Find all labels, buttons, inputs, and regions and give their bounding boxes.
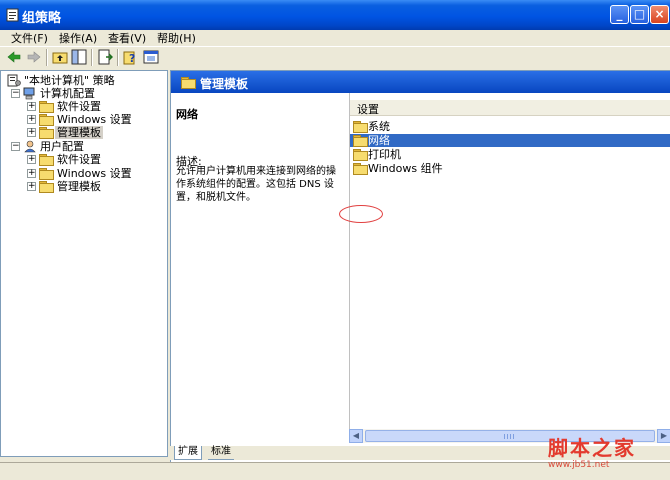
scroll-left-icon[interactable]: ◀ (349, 429, 363, 443)
expand-toggle-icon[interactable]: + (27, 102, 36, 111)
list-item-label: 打印机 (368, 148, 401, 161)
tree-item-computer-config[interactable]: − 计算机配置 (11, 87, 167, 100)
show-hide-tree-icon[interactable] (71, 49, 87, 65)
policy-icon (7, 74, 21, 87)
settings-list: 设置 系统 网络 打印机 Windows 组件 (349, 93, 670, 433)
folder-icon (39, 181, 54, 193)
expand-toggle-icon[interactable]: + (27, 182, 36, 191)
folder-icon (39, 168, 54, 180)
close-button[interactable]: × (650, 5, 669, 24)
back-arrow-icon[interactable] (6, 49, 22, 65)
forward-arrow-icon[interactable] (26, 49, 42, 65)
menu-file[interactable]: 文件(F) (11, 30, 48, 46)
menu-help[interactable]: 帮助(H) (157, 30, 196, 46)
expand-toggle-icon[interactable]: + (27, 128, 36, 137)
tree-item-computer-windows-settings[interactable]: + Windows 设置 (27, 113, 167, 126)
svg-text:?: ? (129, 52, 135, 65)
minimize-button[interactable]: _ (610, 5, 629, 24)
folder-icon (353, 163, 368, 175)
toolbar-separator (117, 49, 119, 66)
tree-item-user-windows-settings[interactable]: + Windows 设置 (27, 167, 167, 180)
tree-label: 管理模板 (57, 180, 101, 193)
watermark-url: www.jb51.net (548, 460, 610, 470)
collapse-toggle-icon[interactable]: − (11, 89, 20, 98)
column-header-label: 设置 (357, 103, 379, 116)
tree-label: 软件设置 (57, 100, 101, 113)
menu-action[interactable]: 操作(A) (59, 30, 97, 46)
description-text: 允许用户计算机用来连接到网络的操作系统组件的配置。这包括 DNS 设置，和脱机文… (176, 166, 336, 203)
collapse-toggle-icon[interactable]: − (11, 142, 20, 151)
toolbar-separator (91, 49, 93, 66)
folder-icon (353, 121, 368, 133)
tree-item-computer-admin-templates[interactable]: + 管理模板 (27, 126, 167, 139)
tree-label: 软件设置 (57, 153, 101, 166)
toolbar-separator (46, 49, 48, 66)
menu-view[interactable]: 查看(V) (108, 30, 146, 46)
group-policy-window: 组策略 _ □ × 文件(F) 操作(A) 查看(V) 帮助(H) ? "本地计… (0, 0, 670, 480)
folder-icon (181, 77, 196, 89)
description-pane: 网络 描述: 允许用户计算机用来连接到网络的操作系统组件的配置。这包括 DNS … (171, 93, 349, 433)
tree-label-selected: 管理模板 (55, 126, 103, 139)
scroll-right-icon[interactable]: ▶ (657, 429, 670, 443)
title-bar[interactable]: 组策略 _ □ × (0, 0, 670, 30)
column-header-setting[interactable]: 设置 (350, 100, 670, 116)
computer-icon (23, 87, 35, 100)
toolbar: ? (0, 46, 670, 69)
up-folder-icon[interactable] (52, 49, 68, 65)
tree-label: Windows 设置 (57, 113, 132, 126)
group-policy-app-icon (6, 8, 19, 22)
tree-item-computer-software-settings[interactable]: + 软件设置 (27, 100, 167, 113)
expand-toggle-icon[interactable]: + (27, 115, 36, 124)
expand-toggle-icon[interactable]: + (27, 169, 36, 178)
tree-item-user-config[interactable]: − 用户配置 (11, 140, 167, 153)
tab-extended[interactable]: 扩展 (174, 446, 202, 460)
list-item-selected[interactable]: 网络 (350, 134, 670, 147)
expand-toggle-icon[interactable]: + (27, 155, 36, 164)
list-item-label: 网络 (368, 134, 390, 147)
list-item[interactable]: 系统 (350, 120, 670, 133)
menu-bar: 文件(F) 操作(A) 查看(V) 帮助(H) (0, 29, 670, 45)
help-icon[interactable]: ? (123, 49, 139, 65)
details-header: 管理模板 (171, 71, 670, 93)
tree-label: 计算机配置 (40, 87, 95, 100)
folder-icon (353, 149, 368, 161)
list-item[interactable]: 打印机 (350, 148, 670, 161)
export-list-icon[interactable] (97, 49, 113, 65)
details-header-title: 管理模板 (200, 77, 249, 91)
maximize-button[interactable]: □ (630, 5, 649, 24)
selected-item-title: 网络 (176, 108, 198, 121)
tab-standard[interactable]: 标准 (208, 446, 234, 460)
annotation-circle (339, 205, 383, 223)
tree-label: 用户配置 (40, 140, 84, 153)
tree-item-user-admin-templates[interactable]: + 管理模板 (27, 180, 167, 193)
list-item[interactable]: Windows 组件 (350, 162, 670, 175)
list-item-label: 系统 (368, 120, 390, 133)
tree-root-label: "本地计算机" 策略 (24, 74, 115, 87)
policy-tree: "本地计算机" 策略 − 计算机配置 + 软件设置 + Windows 设置 +… (0, 70, 168, 457)
folder-icon (353, 135, 368, 147)
properties-icon[interactable] (143, 49, 159, 65)
user-icon (24, 140, 36, 153)
list-item-label: Windows 组件 (368, 162, 443, 175)
watermark-logo: 脚本之家 (548, 436, 636, 460)
folder-open-icon (39, 127, 54, 139)
details-pane: 管理模板 网络 描述: 允许用户计算机用来连接到网络的操作系统组件的配置。这包括… (170, 70, 670, 462)
folder-icon (39, 114, 54, 126)
window-title: 组策略 (22, 11, 62, 26)
tree-root-local-computer-policy[interactable]: "本地计算机" 策略 (7, 74, 167, 87)
tree-item-user-software-settings[interactable]: + 软件设置 (27, 153, 167, 166)
tree-label: Windows 设置 (57, 167, 132, 180)
folder-icon (39, 154, 54, 166)
grip-icon (504, 434, 516, 439)
folder-icon (39, 101, 54, 113)
